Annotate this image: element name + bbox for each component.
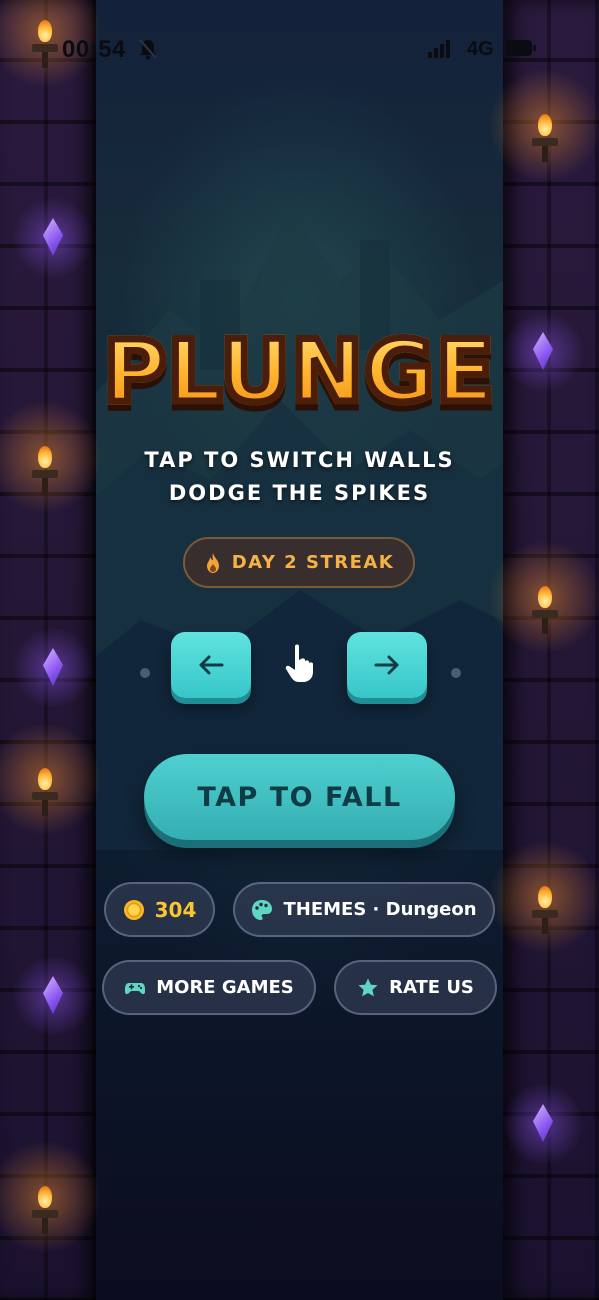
crystal-icon bbox=[503, 1082, 583, 1166]
coin-count: 304 bbox=[154, 897, 197, 922]
star-icon bbox=[358, 978, 378, 996]
status-bar: 00:54 4G bbox=[0, 0, 599, 96]
network-label: 4G bbox=[467, 38, 494, 60]
more-games-button[interactable]: MORE GAMES bbox=[102, 960, 316, 1015]
crystal-icon bbox=[13, 196, 93, 280]
signal-icon bbox=[428, 40, 450, 58]
tap-hand-icon bbox=[285, 644, 313, 682]
battery-icon bbox=[506, 40, 536, 56]
hint-dot bbox=[451, 668, 461, 678]
arrow-right-icon bbox=[374, 655, 399, 675]
gamepad-icon bbox=[125, 982, 146, 994]
hint-dot bbox=[140, 668, 150, 678]
subtitle-line2: DODGE THE SPIKES bbox=[168, 481, 431, 505]
tap-to-fall-button[interactable]: TAP TO FALL bbox=[144, 754, 455, 840]
arrow-left-icon bbox=[199, 655, 224, 675]
torch-icon bbox=[488, 540, 599, 654]
streak-label: DAY 2 STREAK bbox=[231, 552, 395, 573]
switch-left-button[interactable] bbox=[171, 632, 251, 698]
crystal-icon bbox=[13, 626, 93, 710]
rate-us-button[interactable]: RATE US bbox=[334, 960, 497, 1015]
tap-to-fall-label: TAP TO FALL bbox=[197, 781, 402, 813]
coin-counter[interactable]: 304 bbox=[104, 882, 215, 937]
themes-label: THEMES · Dungeon bbox=[283, 899, 477, 920]
crystal-icon bbox=[13, 954, 93, 1038]
torch-icon bbox=[0, 722, 102, 836]
switch-right-button[interactable] bbox=[347, 632, 427, 698]
status-time: 00:54 bbox=[62, 36, 126, 63]
subtitle-line1: TAP TO SWITCH WALLS bbox=[144, 448, 455, 472]
torch-icon bbox=[488, 840, 599, 954]
palette-icon bbox=[252, 899, 273, 920]
game-title: PLUNGE bbox=[0, 319, 599, 426]
torch-icon bbox=[488, 68, 599, 182]
coin-icon bbox=[123, 899, 144, 920]
more-games-label: MORE GAMES bbox=[156, 977, 294, 998]
bell-slash-icon bbox=[139, 39, 157, 60]
themes-button[interactable]: THEMES · Dungeon bbox=[233, 882, 495, 937]
rate-us-label: RATE US bbox=[389, 977, 474, 998]
flame-icon bbox=[206, 552, 219, 573]
streak-badge: DAY 2 STREAK bbox=[183, 537, 415, 588]
torch-icon bbox=[0, 1140, 102, 1254]
